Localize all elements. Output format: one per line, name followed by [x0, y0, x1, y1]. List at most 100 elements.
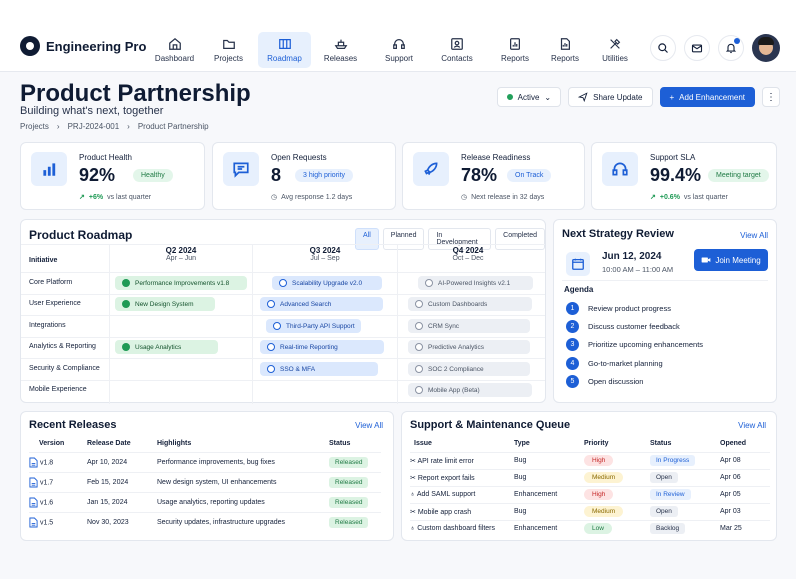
issue-opened: Apr 06	[720, 468, 770, 486]
kpi-footer: ↗ +0.6% vs last quarter	[650, 193, 728, 202]
roadmap-item-label: Advanced Search	[280, 300, 332, 308]
agenda-text: Discuss customer feedback	[588, 322, 680, 331]
strategy-view-all-link[interactable]: View All	[740, 231, 768, 240]
table-row[interactable]: v1.5 Nov 30, 2023 Security updates, infr…	[29, 511, 381, 532]
status-dropdown[interactable]: Active ⌄	[496, 87, 562, 107]
nav-item-support[interactable]: Support	[370, 32, 428, 68]
table-row[interactable]: v1.6 Jan 15, 2024 Usage analytics, repor…	[29, 491, 381, 512]
roadmap-item-label: CRM Sync	[428, 322, 460, 330]
nav-item-utilities[interactable]: Utilities	[586, 32, 644, 68]
breadcrumb-project-id[interactable]: PRJ-2024-001	[68, 122, 120, 131]
nav-label: Reports	[550, 54, 579, 63]
roadmap-item-label: Usage Analytics	[135, 343, 182, 351]
app-logo[interactable]: Engineering Pro	[20, 36, 146, 56]
roadmap-item[interactable]: Usage Analytics	[115, 340, 218, 354]
share-update-button[interactable]: Share Update	[568, 87, 653, 107]
release-version: v1.5	[39, 519, 54, 527]
roadmap-item[interactable]: Scalability Upgrade v2.0	[272, 276, 382, 290]
table-row[interactable]: ✂ Mobile app crash Bug Medium Open Apr 0…	[410, 502, 770, 520]
kpi-label: Open Requests	[271, 153, 327, 162]
agenda-item: 1 Review product progress	[566, 302, 671, 315]
roadmap-item[interactable]: Third-Party API Support	[266, 319, 361, 333]
meeting-time: 10:00 AM – 11:00 AM	[602, 265, 674, 274]
page-title: Product Partnership	[20, 80, 251, 107]
roadmap-item[interactable]: Mobile App (Beta)	[408, 383, 532, 397]
table-row[interactable]: v1.7 Feb 15, 2024 New design system, UI …	[29, 471, 381, 492]
grid-line	[21, 315, 545, 316]
filter-all[interactable]: All	[355, 228, 379, 250]
nav-label: Releases	[323, 54, 358, 63]
roadmap-item[interactable]: Performance Improvements v1.8	[115, 276, 247, 290]
agenda-number: 5	[566, 375, 579, 388]
nav-item-releases[interactable]: Releases	[311, 32, 370, 68]
roadmap-item-label: Third-Party API Support	[286, 322, 355, 330]
kpi-delta: +0.6%	[659, 193, 680, 201]
roadmap-item[interactable]: SSO & MFA	[260, 362, 378, 376]
status-badge: Backlog	[650, 523, 686, 535]
roadmap-item[interactable]: Advanced Search	[260, 297, 383, 311]
table-row[interactable]: v1.8 Apr 10, 2024 Performance improvemen…	[29, 451, 381, 472]
nav-item-contacts[interactable]: Contacts	[428, 32, 486, 68]
grid-line	[21, 358, 545, 359]
filter-planned[interactable]: Planned	[382, 228, 425, 250]
kpi-badge: On Track	[507, 169, 552, 182]
status-badge: Released	[329, 456, 369, 468]
logo-icon	[20, 36, 40, 56]
grid-line	[21, 337, 545, 338]
table-row[interactable]: ✂ Report export fails Bug Medium Open Ap…	[410, 468, 770, 486]
app-name: Engineering Pro	[46, 38, 147, 54]
status-badge: Released	[329, 476, 369, 488]
table-row[interactable]: ✂ API rate limit error Bug High In Progr…	[410, 451, 770, 469]
roadmap-item[interactable]: Real-time Reporting	[260, 340, 384, 354]
issue-title: Add SAML support	[416, 491, 476, 498]
messages-button[interactable]	[684, 35, 710, 61]
table-row[interactable]: ♁ Custom dashboard filters Enhancement L…	[410, 519, 770, 537]
roadmap-item[interactable]: SOC 2 Compliance	[408, 362, 530, 376]
roadmap-item-label: Custom Dashboards	[428, 300, 488, 308]
nav-item-projects[interactable]: Projects	[199, 32, 258, 68]
support-view-all-link[interactable]: View All	[738, 421, 766, 430]
release-highlights: Usage analytics, reporting updates	[157, 491, 329, 512]
roadmap-item[interactable]: AI-Powered Insights v2.1	[418, 276, 533, 290]
releases-view-all-link[interactable]: View All	[355, 421, 383, 430]
issue-title: Mobile app crash	[417, 508, 472, 516]
initiative-user-experience: User Experience	[29, 300, 81, 307]
nav-item-dashboard[interactable]: Dashboard	[150, 32, 199, 68]
nav-item-reports-2[interactable]: Reports	[544, 32, 586, 68]
breadcrumb-projects[interactable]: Projects	[20, 122, 49, 131]
avatar-hair	[758, 37, 774, 45]
status-badge: In Review	[650, 489, 691, 500]
report-icon	[560, 38, 570, 50]
issue-opened: Apr 03	[720, 502, 770, 520]
search-button[interactable]	[650, 35, 676, 61]
notifications-button[interactable]	[718, 35, 744, 61]
strategy-review-title: Next Strategy Review	[562, 228, 674, 240]
join-meeting-button[interactable]: Join Meeting	[694, 249, 768, 271]
status-label: Active	[517, 92, 540, 102]
roadmap-item[interactable]: New Design System	[115, 297, 215, 311]
nav-item-roadmap[interactable]: Roadmap	[258, 32, 311, 68]
kpi-delta: +6%	[88, 193, 104, 201]
ship-icon	[334, 39, 347, 49]
user-avatar[interactable]	[752, 34, 780, 62]
nav-item-reports[interactable]: Reports	[486, 32, 544, 68]
more-options-button[interactable]: ⋮	[762, 87, 780, 107]
agenda-number: 4	[566, 357, 579, 370]
nav-label: Roadmap	[267, 54, 302, 63]
issue-opened: Mar 25	[720, 519, 770, 537]
roadmap-item[interactable]: Predictive Analytics	[408, 340, 530, 354]
mail-icon	[691, 44, 703, 53]
roadmap-item[interactable]: CRM Sync	[408, 319, 530, 333]
roadmap-item[interactable]: Custom Dashboards	[408, 297, 532, 311]
issue-title: API rate limit error	[417, 457, 474, 465]
release-highlights: New design system, UI enhancements	[157, 471, 329, 492]
planned-circle-icon	[415, 322, 423, 330]
filter-completed[interactable]: Completed	[495, 228, 545, 250]
add-enhancement-button[interactable]: + Add Enhancement	[659, 87, 755, 107]
issue-type: Enhancement	[514, 485, 584, 503]
issue-opened: Apr 08	[720, 451, 770, 469]
rocket-icon	[413, 152, 449, 186]
table-row[interactable]: ♁ Add SAML support Enhancement High In R…	[410, 485, 770, 503]
agenda-item: 5 Open discussion	[566, 375, 643, 388]
search-icon	[658, 43, 668, 53]
